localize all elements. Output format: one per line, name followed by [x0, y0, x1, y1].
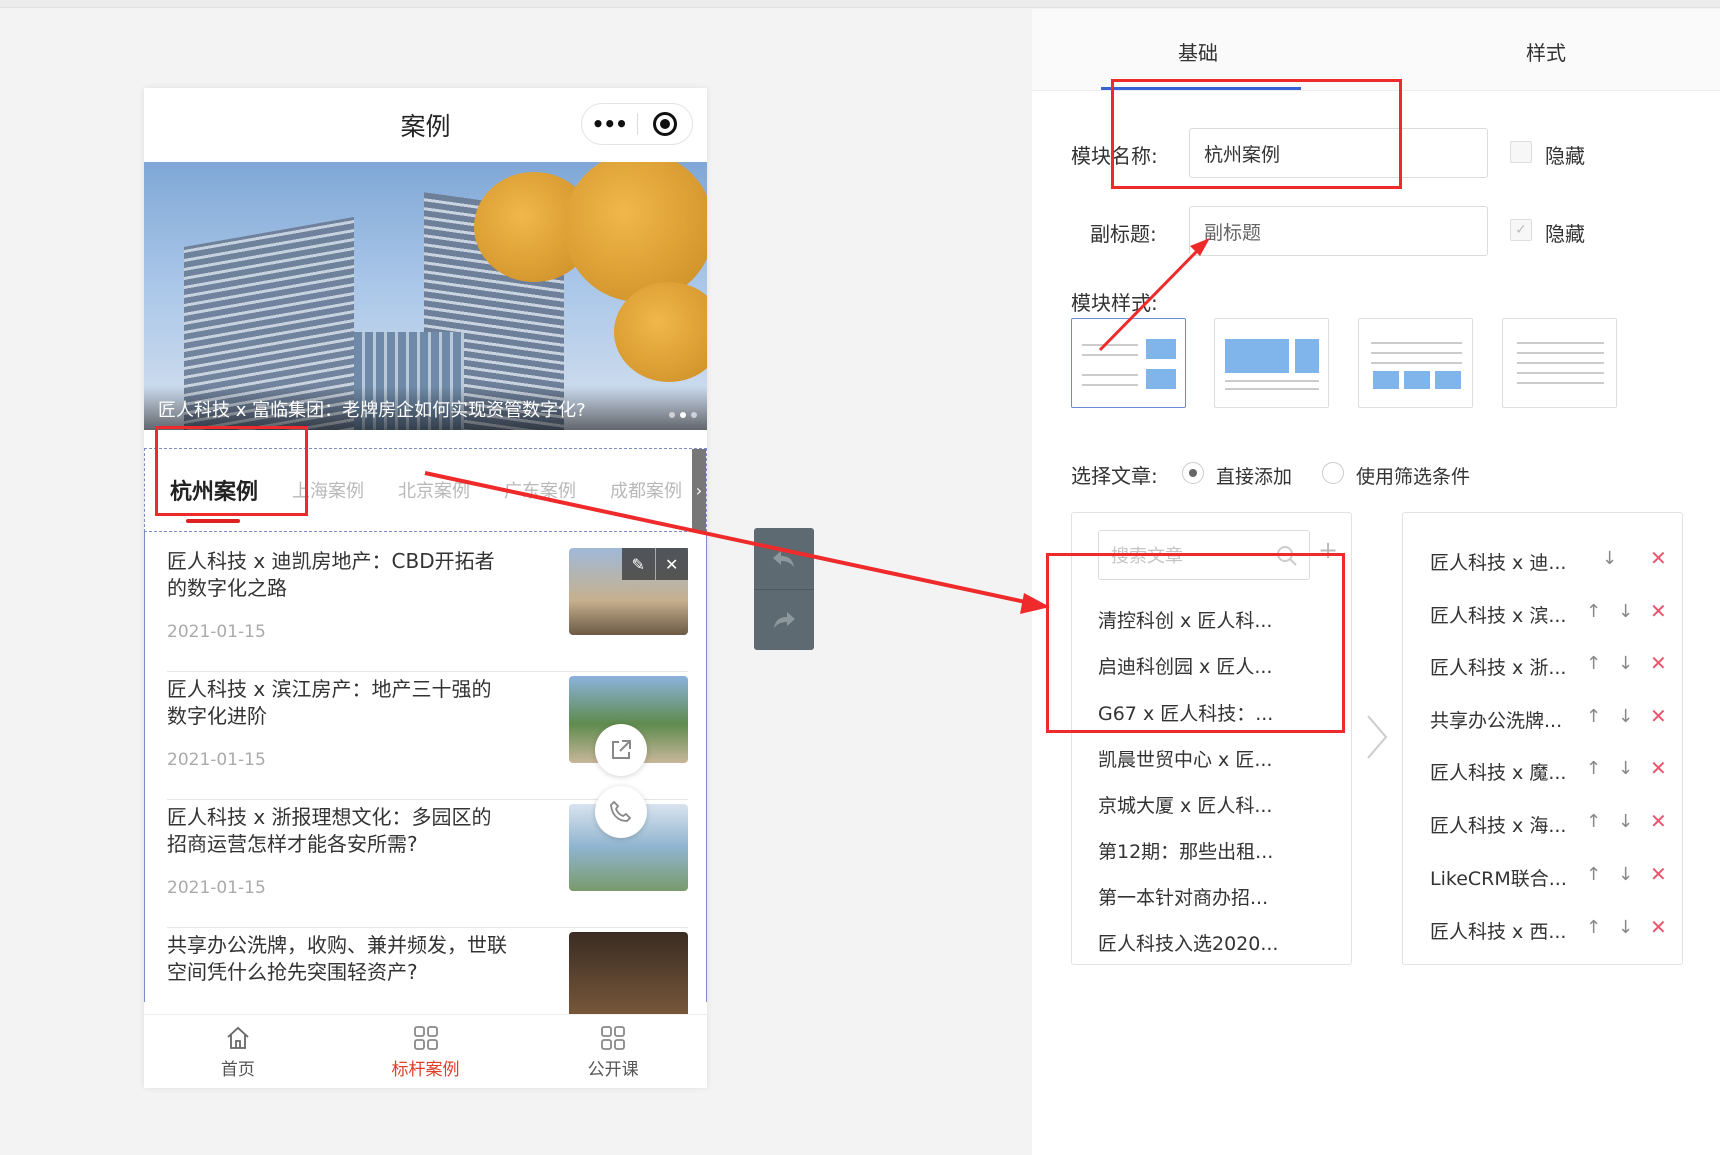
- annotation-arrows: [424, 238, 1210, 614]
